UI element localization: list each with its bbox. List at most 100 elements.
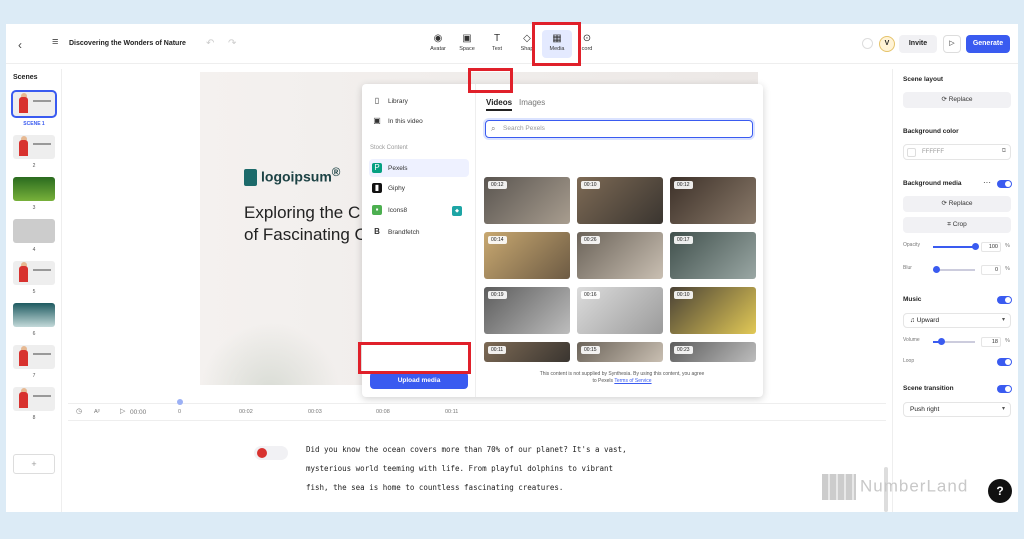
tab-images[interactable]: Images (519, 98, 545, 107)
slider-knob[interactable] (938, 338, 945, 345)
button-label: Replace (948, 96, 973, 103)
slide-logo[interactable]: logoipsum® (244, 166, 340, 187)
slider-value[interactable]: 0 (981, 265, 1001, 275)
scene-thumbnail[interactable] (13, 303, 55, 327)
music-icon: ♫ (910, 317, 917, 324)
generate-button[interactable]: Generate (966, 35, 1010, 53)
scene-number: 4 (32, 247, 36, 253)
scene-number: 8 (32, 415, 36, 421)
script-line[interactable]: Did you know the ocean covers more than … (306, 445, 627, 454)
script-line[interactable]: mysterious world teeming with life. From… (306, 464, 613, 473)
slide-heading[interactable]: Exploring the C of Fascinating C (244, 202, 374, 246)
script-avatar-chip[interactable] (254, 446, 288, 460)
tool-label: Space (459, 46, 475, 52)
menu-icon[interactable]: ≡ (52, 36, 58, 48)
blur-slider[interactable]: Blur 0 % (903, 265, 1011, 275)
icons8-item[interactable]: ▪ Icons8 (372, 205, 407, 215)
more-options-icon[interactable]: ··· (983, 178, 991, 187)
giphy-item[interactable]: ▮ Giphy (372, 183, 405, 193)
background-color-field[interactable]: FFFFFF ⧉ (903, 144, 1011, 160)
video-thumbnail[interactable]: 00:11 (484, 342, 570, 362)
terms-link[interactable]: Terms of Service (614, 378, 651, 384)
slider-knob[interactable] (972, 243, 979, 250)
replace-media-button[interactable]: ⟳ Replace (903, 196, 1011, 212)
video-duration: 00:12 (674, 181, 693, 189)
project-title[interactable]: Discovering the Wonders of Nature (69, 40, 186, 47)
status-icon[interactable] (862, 38, 873, 49)
redo-icon[interactable]: ↷ (228, 38, 236, 49)
library-item[interactable]: ▯ Library (372, 96, 408, 106)
pexels-item[interactable]: P Pexels (369, 159, 469, 177)
video-thumbnail[interactable]: 00:26 (577, 232, 663, 279)
search-placeholder: Search Pexels (503, 125, 545, 132)
scene-thumbnail[interactable] (13, 177, 55, 201)
scene-thumbnail[interactable] (13, 345, 55, 369)
video-thumbnail[interactable]: 00:12 (484, 177, 570, 224)
in-this-video-item[interactable]: ▣ In this video (372, 116, 422, 126)
invite-button[interactable]: Invite (899, 35, 937, 53)
tool-label: Avatar (430, 46, 446, 52)
replace-layout-button[interactable]: ⟳ Replace (903, 92, 1011, 108)
video-thumbnail[interactable]: 00:10 (670, 287, 756, 334)
top-toolbar: ‹ ≡ Discovering the Wonders of Nature ↶ … (6, 24, 1018, 64)
voice-icon[interactable]: Aᵝ (94, 409, 100, 415)
copy-icon[interactable]: ⧉ (1002, 148, 1006, 155)
video-duration: 00:11 (488, 346, 507, 354)
preview-play-button[interactable]: ▷ (943, 35, 961, 53)
script-line[interactable]: fish, the sea is home to countless fasci… (306, 483, 563, 492)
scene-thumbnail[interactable] (13, 387, 55, 411)
crop-button[interactable]: ⌗ Crop (903, 217, 1011, 233)
video-thumbnail[interactable]: 00:15 (577, 342, 663, 362)
music-select[interactable]: ♫ Upward ▾ (903, 313, 1011, 328)
script-editor[interactable]: Did you know the ocean covers more than … (68, 424, 886, 512)
scene-number: 3 (32, 205, 36, 211)
scene-number: 6 (32, 331, 36, 337)
avatar-icon: ◉ (433, 33, 443, 44)
video-thumbnail[interactable]: 00:23 (670, 342, 756, 362)
video-thumbnail[interactable]: 00:16 (577, 287, 663, 334)
tool-space[interactable]: ▣ Space (452, 33, 482, 52)
video-thumbnail[interactable]: 00:19 (484, 287, 570, 334)
add-scene-button[interactable]: + (13, 454, 55, 474)
scene-transition-label: Scene transition (903, 385, 954, 392)
help-button[interactable]: ? (988, 479, 1012, 503)
opacity-slider[interactable]: Opacity 100 % (903, 242, 1011, 252)
watermark-text: NumberLand (860, 476, 969, 496)
scene-thumbnail[interactable] (13, 135, 55, 159)
user-avatar[interactable]: V (879, 36, 895, 52)
play-icon[interactable]: ▷ (120, 407, 125, 415)
avatar-dot (257, 448, 267, 458)
scene-transition-toggle[interactable] (997, 385, 1012, 393)
undo-icon[interactable]: ↶ (206, 38, 214, 49)
volume-slider[interactable]: Volume 18 % (903, 337, 1011, 347)
video-thumbnail[interactable]: 00:17 (670, 232, 756, 279)
scene-thumbnail[interactable] (13, 261, 55, 285)
watermark-logo-icon (822, 474, 856, 500)
slider-value[interactable]: 18 (981, 337, 1001, 347)
search-input[interactable]: ⌕ Search Pexels (485, 120, 753, 138)
upload-media-button[interactable]: Upload media (370, 372, 468, 389)
scene-thumbnail[interactable] (11, 90, 57, 118)
video-thumbnail[interactable]: 00:14 (484, 232, 570, 279)
slider-label: Opacity (903, 242, 920, 248)
tool-avatar[interactable]: ◉ Avatar (423, 33, 453, 52)
transition-select[interactable]: Push right ▾ (903, 402, 1011, 417)
background-media-toggle[interactable] (997, 180, 1012, 188)
brandfetch-item[interactable]: B Brandfetch (372, 227, 419, 237)
stock-content-heading: Stock Content (370, 145, 408, 151)
music-label: Music (903, 296, 922, 303)
tab-videos[interactable]: Videos (486, 98, 513, 111)
loop-toggle[interactable] (997, 358, 1012, 366)
video-thumbnail[interactable]: 00:12 (670, 177, 756, 224)
video-thumbnail[interactable]: 00:10 (577, 177, 663, 224)
back-icon[interactable]: ‹ (18, 38, 22, 52)
slider-value[interactable]: 100 (981, 242, 1001, 252)
clock-icon[interactable]: ◷ (76, 407, 82, 415)
tool-text[interactable]: T Text (482, 33, 512, 52)
scene-thumbnail[interactable] (13, 219, 55, 243)
slider-knob[interactable] (933, 266, 940, 273)
playhead[interactable] (177, 399, 183, 405)
icons8-label: Icons8 (388, 206, 408, 214)
music-toggle[interactable] (997, 296, 1012, 304)
color-swatch[interactable] (907, 148, 916, 157)
